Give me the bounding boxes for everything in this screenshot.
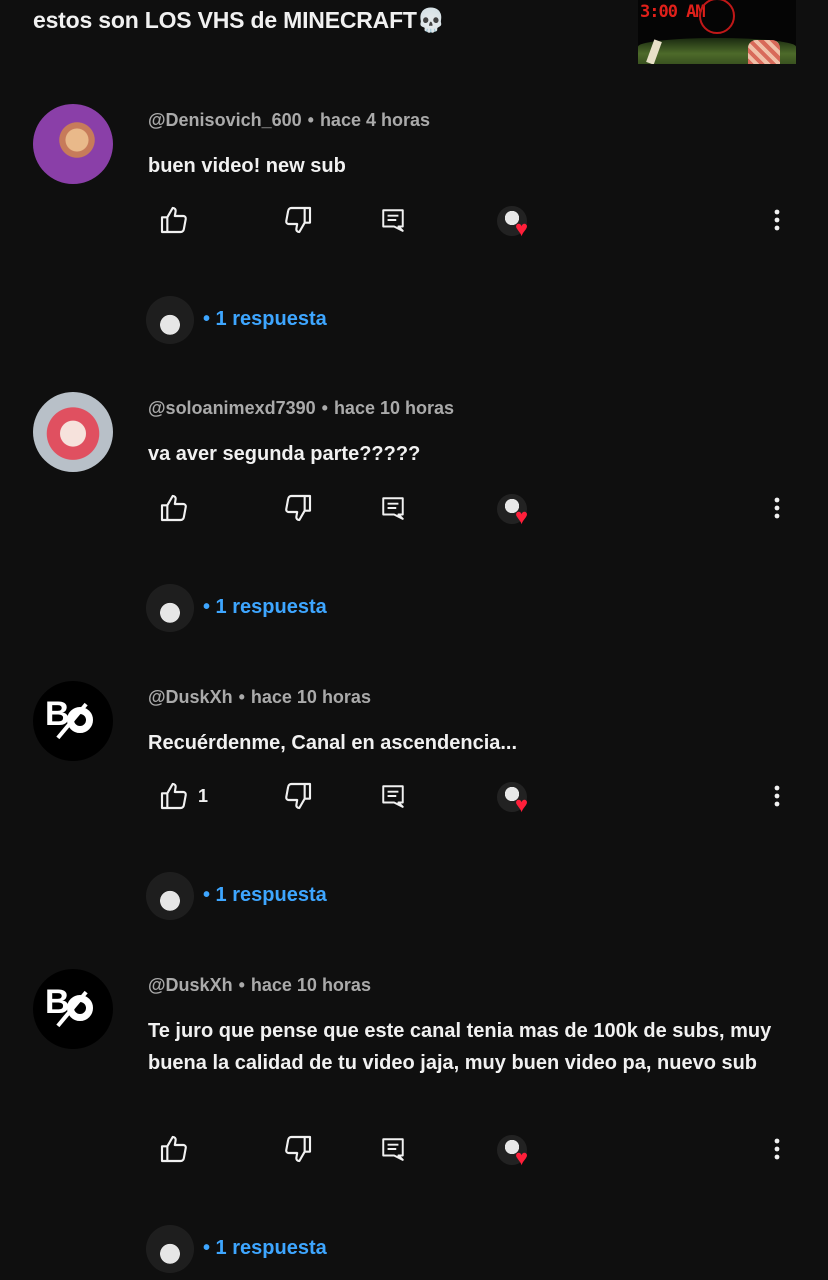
like-button[interactable]: 1 xyxy=(158,780,208,812)
comment-actions: ♥ xyxy=(0,492,828,532)
comment-actions: ♥ xyxy=(0,1133,828,1173)
heart-icon: ♥ xyxy=(515,1145,529,1170)
heart-icon: ♥ xyxy=(515,216,529,241)
comment-meta: @Denisovich_600 • hace 4 horas xyxy=(148,110,430,131)
meta-separator: • xyxy=(238,975,245,995)
more-vertical-icon xyxy=(774,1138,780,1160)
thumbnail-clock-text: 3:00 AM xyxy=(640,2,706,22)
more-options-button[interactable] xyxy=(768,204,786,236)
meta-separator: • xyxy=(307,110,314,130)
thumbnail-hand xyxy=(748,40,780,64)
comment-actions: 1 ♥ xyxy=(0,780,828,820)
reply-author-avatar xyxy=(146,584,194,632)
comment-time: hace 10 horas xyxy=(333,398,455,418)
bo-logo-icon: B xyxy=(45,695,101,743)
creator-heart-icon: ♥ xyxy=(497,494,539,532)
creator-heart-icon: ♥ xyxy=(497,782,539,820)
replies-link[interactable]: • 1 respuesta xyxy=(203,308,327,331)
more-options-button[interactable] xyxy=(768,780,786,812)
like-button[interactable] xyxy=(158,204,198,236)
comment-author-avatar[interactable] xyxy=(33,104,113,184)
more-vertical-icon xyxy=(774,497,780,519)
meta-separator: • xyxy=(238,687,245,707)
thumbs-up-icon xyxy=(160,206,187,234)
bo-logo-icon: B xyxy=(45,983,101,1031)
dislike-button[interactable] xyxy=(282,780,314,812)
comment-meta: @DuskXh • hace 10 horas xyxy=(148,687,371,708)
reply-comment-icon xyxy=(382,209,404,232)
thumbnail-ring xyxy=(699,0,735,34)
comment-time: hace 4 horas xyxy=(319,110,430,130)
thumbs-down-icon xyxy=(285,1135,312,1163)
more-options-button[interactable] xyxy=(768,1133,786,1165)
comment-text: buen video! new sub xyxy=(148,155,346,177)
thumbs-up-icon xyxy=(160,494,187,522)
video-title[interactable]: estos son LOS VHS de MINECRAFT💀 xyxy=(33,7,445,34)
like-button[interactable] xyxy=(158,1133,198,1165)
comment-text: va aver segunda parte????? xyxy=(148,443,421,465)
reply-button[interactable] xyxy=(380,204,406,236)
dislike-button[interactable] xyxy=(282,492,314,524)
comment-text: Te juro que pense que este canal tenia m… xyxy=(148,1020,772,1074)
comment-meta: @DuskXh • hace 10 horas xyxy=(148,975,371,996)
reply-button[interactable] xyxy=(380,492,406,524)
more-vertical-icon xyxy=(774,209,780,231)
comment-time: hace 10 horas xyxy=(250,975,371,995)
thumbs-up-icon xyxy=(160,1135,187,1163)
replies-row[interactable]: • 1 respuesta xyxy=(0,296,828,348)
reply-author-avatar xyxy=(146,296,194,344)
replies-row[interactable]: • 1 respuesta xyxy=(0,1225,828,1277)
comment-author-avatar[interactable] xyxy=(33,392,113,472)
creator-heart-icon: ♥ xyxy=(497,206,539,244)
reply-comment-icon xyxy=(382,497,404,520)
video-header: estos son LOS VHS de MINECRAFT💀 3:00 AM xyxy=(0,0,828,70)
replies-link[interactable]: • 1 respuesta xyxy=(203,884,327,907)
creator-heart-icon: ♥ xyxy=(497,1135,539,1173)
comment-author-avatar[interactable]: B xyxy=(33,969,113,1049)
reply-comment-icon xyxy=(382,1138,404,1161)
thumbs-down-icon xyxy=(285,782,312,810)
video-thumbnail[interactable]: 3:00 AM xyxy=(638,0,796,64)
like-button[interactable] xyxy=(158,492,198,524)
comment-author-avatar[interactable]: B xyxy=(33,681,113,761)
more-vertical-icon xyxy=(774,785,780,807)
comment-author[interactable]: @Denisovich_600 xyxy=(148,110,302,130)
heart-icon: ♥ xyxy=(515,504,529,529)
comment-author[interactable]: @DuskXh xyxy=(148,687,233,707)
reply-button[interactable] xyxy=(380,780,406,812)
thumbs-down-icon xyxy=(285,206,312,234)
replies-link[interactable]: • 1 respuesta xyxy=(203,596,327,619)
reply-button[interactable] xyxy=(380,1133,406,1165)
comment-text: Recuérdenme, Canal en ascendencia... xyxy=(148,732,518,754)
replies-row[interactable]: • 1 respuesta xyxy=(0,584,828,636)
meta-separator: • xyxy=(321,398,328,418)
thumbs-up-icon xyxy=(160,782,187,810)
dislike-button[interactable] xyxy=(282,1133,314,1165)
thumbs-down-icon xyxy=(285,494,312,522)
comment-actions: ♥ xyxy=(0,204,828,244)
more-options-button[interactable] xyxy=(768,492,786,524)
dislike-button[interactable] xyxy=(282,204,314,236)
reply-author-avatar xyxy=(146,872,194,920)
comment-meta: @soloanimexd7390 • hace 10 horas xyxy=(148,398,454,419)
heart-icon: ♥ xyxy=(515,792,529,817)
like-count: 1 xyxy=(198,785,209,806)
comment-time: hace 10 horas xyxy=(250,687,371,707)
replies-row[interactable]: • 1 respuesta xyxy=(0,872,828,924)
reply-author-avatar xyxy=(146,1225,194,1273)
comment-author[interactable]: @DuskXh xyxy=(148,975,233,995)
replies-link[interactable]: • 1 respuesta xyxy=(203,1237,327,1260)
reply-comment-icon xyxy=(382,785,404,808)
comment-author[interactable]: @soloanimexd7390 xyxy=(148,398,316,418)
